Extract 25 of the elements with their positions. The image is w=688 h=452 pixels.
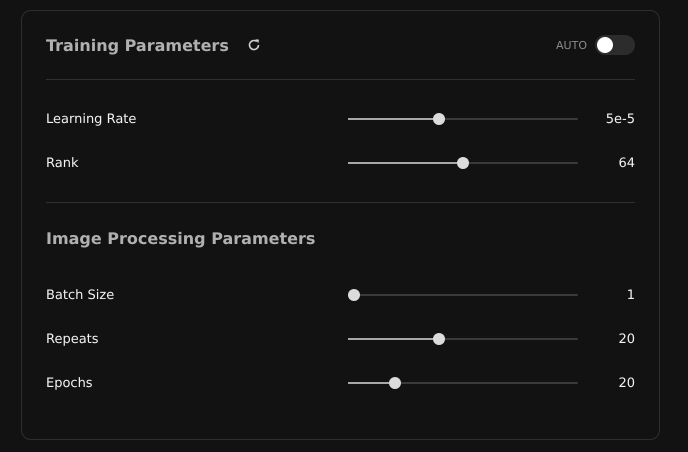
section-title: Image Processing Parameters [46,228,316,248]
slider[interactable] [348,289,578,301]
slider[interactable] [348,333,578,345]
auto-label: AUTO [556,38,587,52]
parameter-label: Batch Size [46,288,116,302]
parameter-label: Epochs [46,376,94,390]
slider-thumb[interactable] [433,333,446,345]
parameter-value: 20 [617,332,635,346]
slider-thumb[interactable] [348,289,360,301]
slider-thumb[interactable] [433,113,446,125]
parameter-value: 20 [617,376,635,390]
parameter-label: Rank [46,156,80,170]
slider-thumb[interactable] [457,157,469,169]
slider[interactable] [348,157,578,169]
toggle-switch[interactable] [595,35,635,55]
slider[interactable] [348,377,578,389]
parameter-value: 5e-5 [604,112,635,126]
section-title: Training Parameters [46,36,229,54]
parameter-label: Repeats [46,332,100,346]
refresh-icon[interactable] [246,38,261,52]
parameter-value: 1 [626,288,635,302]
parameter-label: Learning Rate [46,112,138,126]
slider[interactable] [348,113,578,125]
parameter-value: 64 [617,156,635,170]
slider-thumb[interactable] [389,377,402,389]
